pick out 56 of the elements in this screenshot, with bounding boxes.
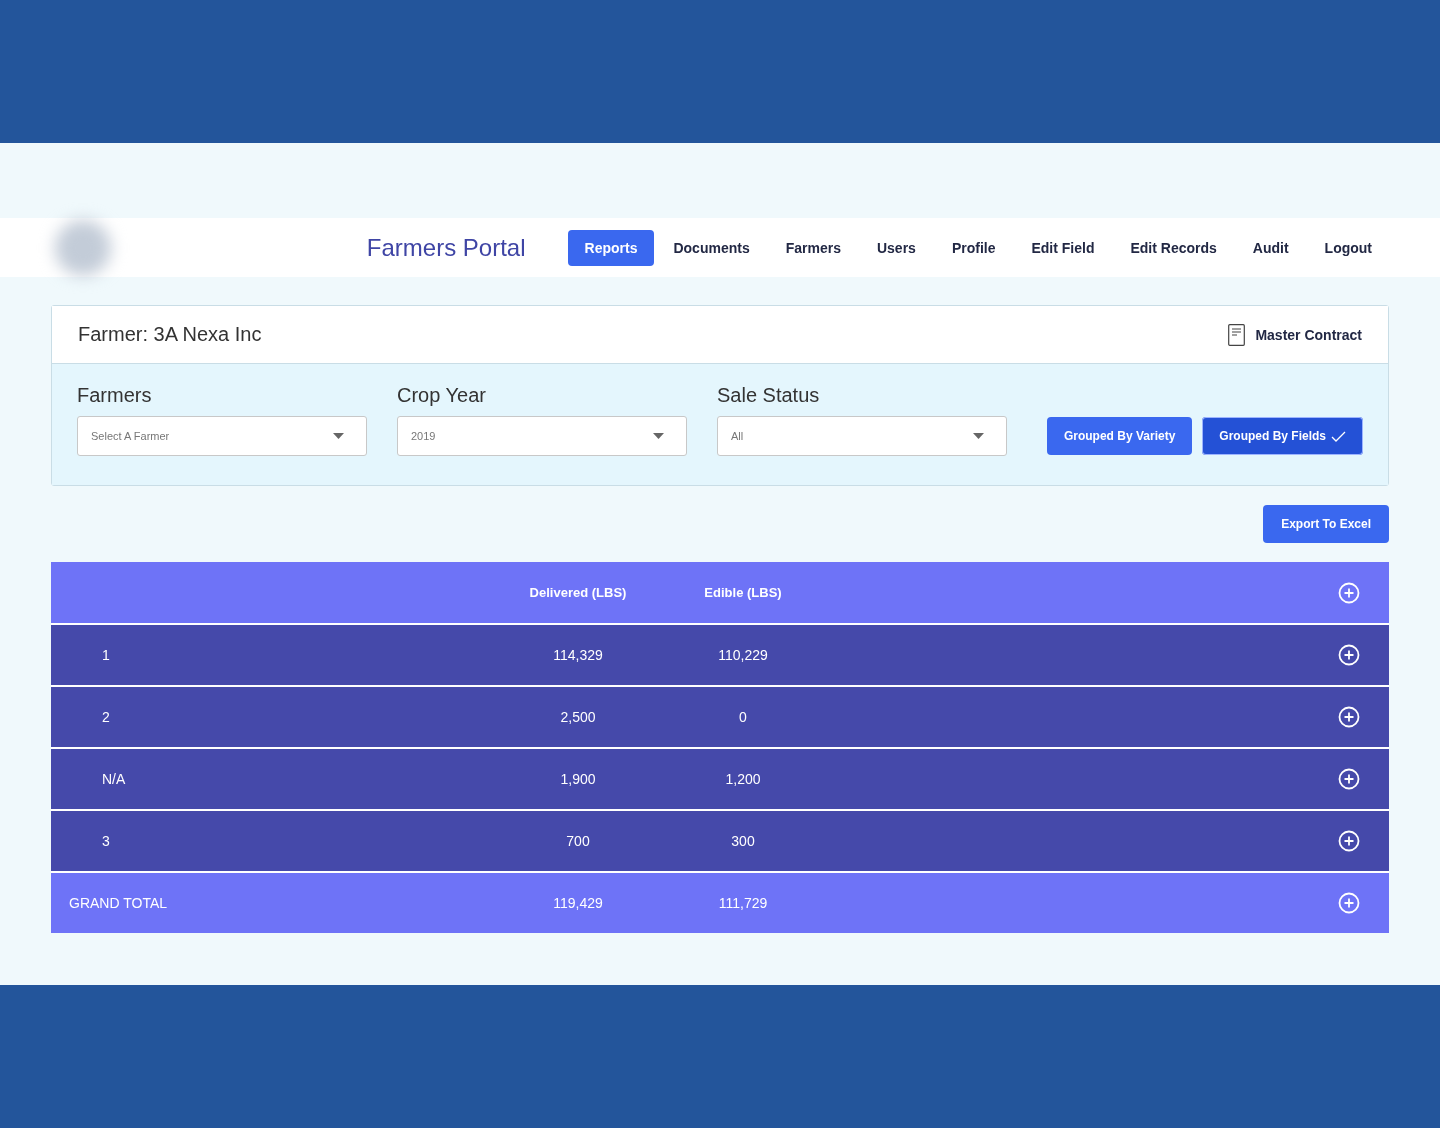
- expand-button[interactable]: [1338, 892, 1360, 914]
- table-cell-text: 110,229: [717, 647, 769, 663]
- column-header: Edible (LBS): [703, 585, 783, 600]
- expand-button[interactable]: [1338, 830, 1360, 852]
- grouping-button[interactable]: Grouped By Variety: [1046, 417, 1193, 455]
- table-cell-text: 300: [730, 833, 756, 849]
- filter-label: Crop Year: [397, 384, 487, 407]
- plus-circle-icon: [1338, 706, 1360, 728]
- dropdown-field[interactable]: Select A Farmer: [77, 416, 367, 456]
- table-cell-text: 2,500: [559, 709, 597, 725]
- table-cell-text: 1,900: [559, 771, 597, 787]
- caret-icon: [973, 433, 984, 439]
- expand-button[interactable]: [1338, 768, 1360, 790]
- nav-link[interactable]: Profile: [934, 229, 1013, 266]
- expand-button[interactable]: [1338, 706, 1360, 728]
- dropdown-field[interactable]: All: [717, 416, 1007, 456]
- nav-link[interactable]: Documents: [656, 229, 767, 266]
- column-header: Delivered (LBS): [528, 585, 628, 600]
- logo-placeholder: [55, 219, 111, 276]
- plus-circle-icon: [1338, 768, 1360, 790]
- table-cell-text: 3: [101, 833, 111, 849]
- nav-link[interactable]: Edit Records: [1113, 229, 1234, 266]
- nav-link[interactable]: Users: [859, 229, 933, 266]
- nav-link[interactable]: Edit Field: [1014, 229, 1112, 266]
- check-icon: [1331, 430, 1346, 442]
- table-cell-text: 0: [738, 709, 748, 725]
- table-cell-text: 700: [565, 833, 591, 849]
- caret-icon: [653, 433, 664, 439]
- farmer-name: Farmer: 3A Nexa Inc: [78, 323, 262, 346]
- table-cell-text: 119,429: [552, 895, 604, 911]
- table-cell-text: 1: [101, 647, 111, 663]
- table-cell-text: 111,729: [717, 895, 769, 911]
- table-cell-text: 2: [101, 709, 111, 725]
- nav-link[interactable]: Logout: [1307, 229, 1389, 266]
- plus-circle-icon: [1338, 830, 1360, 852]
- master-contract-link[interactable]: Master Contract: [1228, 323, 1362, 346]
- table-cell-text: N/A: [101, 771, 127, 787]
- grouping-button[interactable]: Grouped By Fields: [1202, 417, 1363, 455]
- table-cell-text: 1,200: [724, 771, 762, 787]
- table-cell-text: 114,329: [552, 647, 604, 663]
- filter-label: Sale Status: [717, 384, 821, 407]
- document-icon: [1228, 323, 1246, 346]
- nav-link[interactable]: Audit: [1235, 229, 1306, 266]
- plus-circle-icon: [1338, 581, 1360, 604]
- plus-circle-icon: [1338, 892, 1360, 914]
- export-button[interactable]: Export To Excel: [1263, 505, 1389, 543]
- table-cell-text: GRAND TOTAL: [68, 895, 169, 911]
- dropdown-field[interactable]: 2019: [397, 416, 687, 456]
- nav-link[interactable]: Reports: [567, 229, 655, 266]
- portal-title: Farmers Portal: [366, 233, 526, 262]
- nav-link[interactable]: Farmers: [768, 229, 858, 266]
- filter-label: Farmers: [77, 384, 153, 407]
- plus-circle-icon: [1338, 644, 1360, 666]
- expand-button[interactable]: [1338, 581, 1360, 604]
- caret-icon: [333, 433, 344, 439]
- expand-button[interactable]: [1338, 644, 1360, 666]
